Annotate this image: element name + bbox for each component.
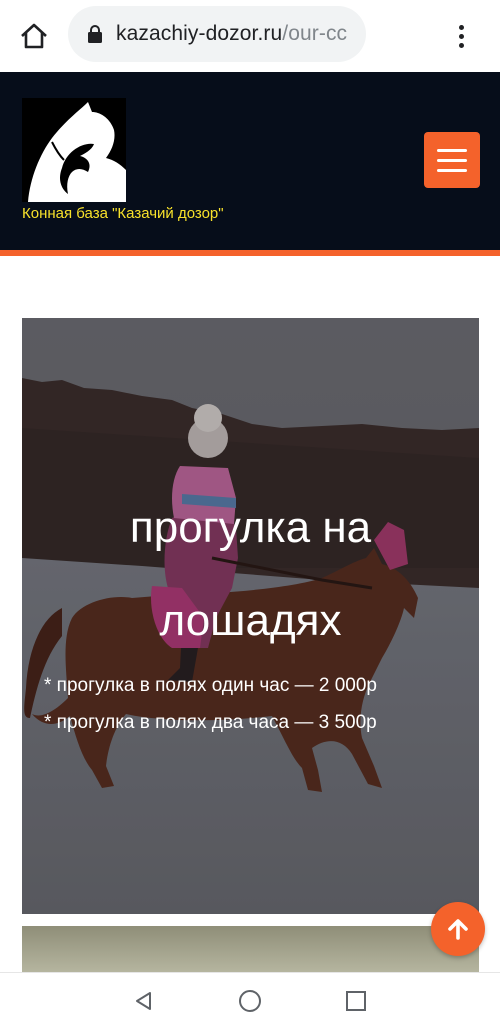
url-path: /our-cc — [282, 22, 348, 45]
price-item: * прогулка в полях два часа — 3 500р — [44, 712, 377, 733]
square-recent-icon — [346, 991, 366, 1011]
site-header: Конная база "Казачий дозор" — [0, 72, 500, 250]
price-item: * прогулка в полях один час — 2 000р — [44, 675, 377, 696]
url-text: kazachiy-dozor.ru/our-cc — [116, 22, 347, 46]
more-vert-icon-dot — [458, 33, 464, 39]
arrow-up-icon — [448, 919, 468, 940]
nav-back-button[interactable] — [130, 987, 158, 1015]
triangle-back-icon — [136, 992, 151, 1010]
hamburger-menu-icon-bar — [437, 168, 467, 172]
address-bar[interactable]: kazachiy-dozor.ru/our-cc — [68, 6, 366, 62]
browser-toolbar: kazachiy-dozor.ru/our-cc — [0, 0, 500, 72]
nav-recents-button[interactable] — [342, 987, 370, 1015]
header-accent-line — [0, 250, 500, 256]
url-domain: kazachiy-dozor.ru — [116, 22, 283, 45]
hamburger-menu-icon — [437, 148, 467, 152]
horse-head-logo — [22, 98, 126, 202]
scroll-to-top-button[interactable] — [431, 902, 485, 956]
service-title-line-1: прогулка на — [129, 503, 372, 552]
circle-home-icon — [239, 990, 261, 1012]
service-card-next[interactable] — [22, 926, 479, 972]
system-navigation-bar — [0, 972, 500, 1028]
lock-icon — [88, 25, 102, 43]
more-vert-icon — [458, 24, 464, 30]
hamburger-menu-button[interactable] — [424, 132, 480, 188]
service-title-line-2: лошадях — [159, 596, 342, 645]
home-icon — [21, 23, 47, 49]
service-card-horse-ride[interactable]: прогулка на лошадях * прогулка в полях о… — [22, 318, 479, 914]
site-logo[interactable] — [22, 98, 126, 202]
hamburger-menu-icon-bar — [437, 158, 467, 162]
browser-home-button[interactable] — [14, 16, 54, 56]
brand-name[interactable]: Конная база "Казачий дозор" — [22, 205, 224, 222]
browser-menu-button[interactable] — [445, 16, 477, 56]
more-vert-icon-dot — [458, 42, 464, 48]
nav-home-button[interactable] — [236, 987, 264, 1015]
